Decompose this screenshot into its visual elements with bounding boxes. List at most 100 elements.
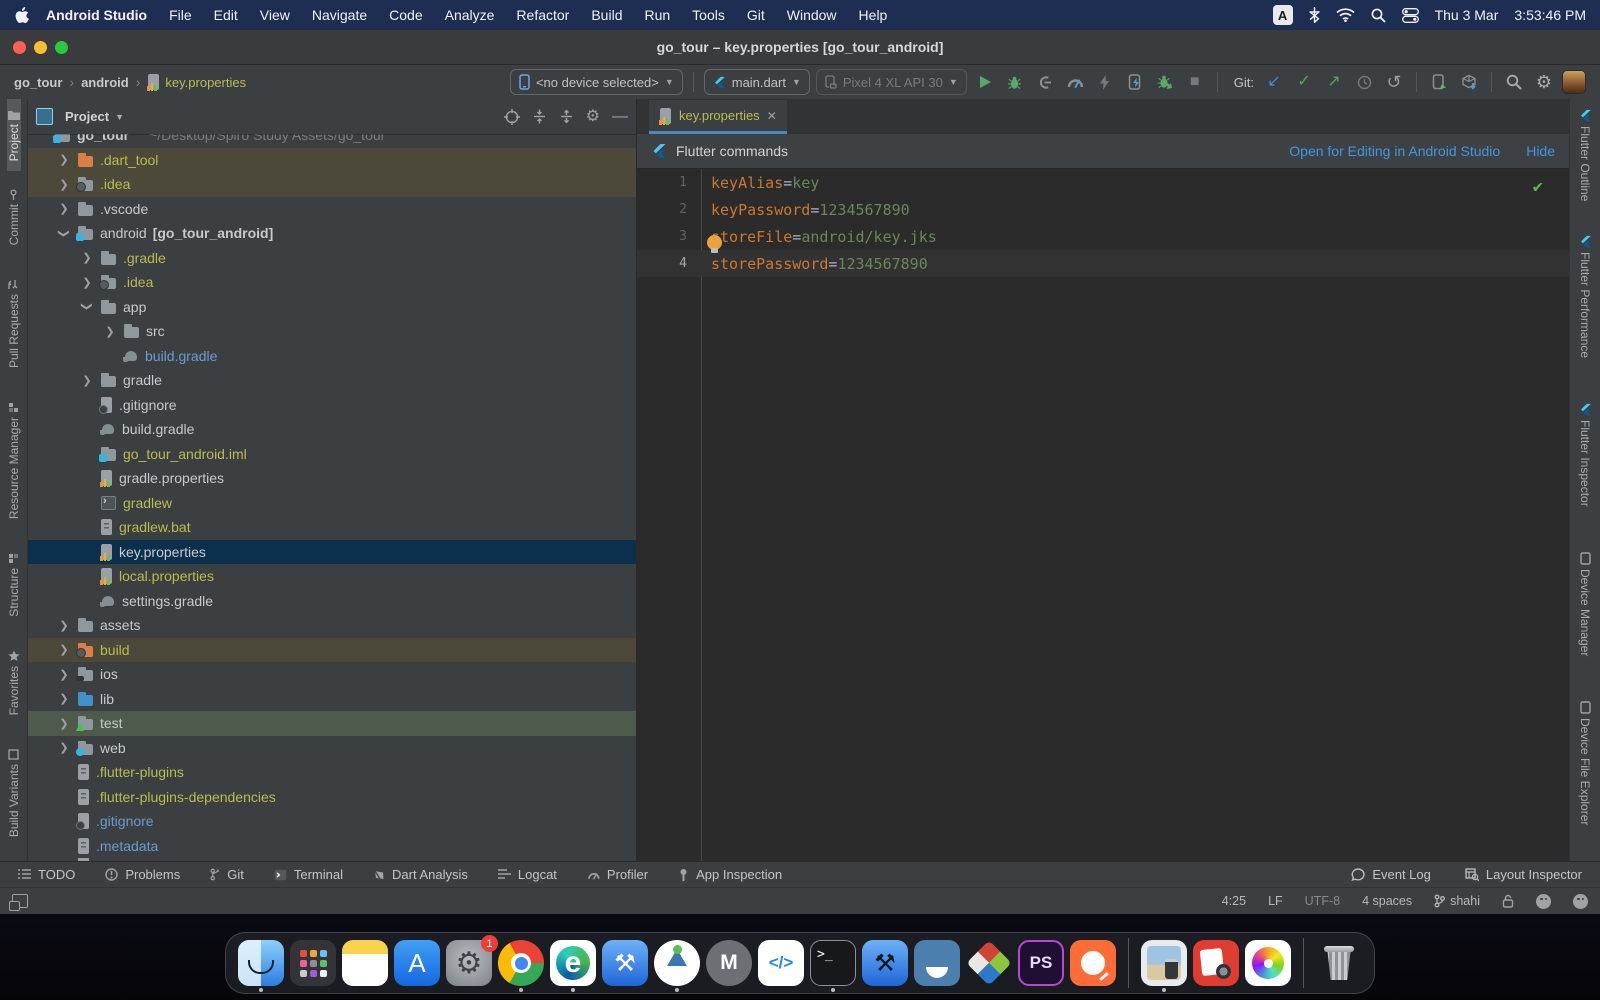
project-view-dropdown-caret[interactable]: ▼ <box>115 112 124 122</box>
breadcrumb-project[interactable]: go_tour <box>14 75 62 90</box>
tree-chevron-icon[interactable]: ❯ <box>57 717 71 730</box>
tree-chevron-icon[interactable]: ❯ <box>57 741 71 754</box>
tool-window-favorites[interactable]: Favorites <box>7 640 21 725</box>
dock-icon-xcode[interactable]: ⚒ <box>602 940 648 986</box>
tree-item-lib[interactable]: ❯lib <box>28 687 636 712</box>
tree-item-test[interactable]: ❯test <box>28 711 636 736</box>
tool-window-button-todo[interactable]: TODO <box>18 867 75 882</box>
dock-icon-launchpad[interactable] <box>290 940 336 986</box>
dock-icon-chrome[interactable] <box>498 940 544 986</box>
locate-file-button[interactable] <box>504 109 520 125</box>
dock-icon-cube-app[interactable] <box>966 940 1012 986</box>
notification-icon[interactable] <box>1536 894 1551 909</box>
collapse-all-button[interactable] <box>559 109 574 124</box>
dock-icon-system-preferences[interactable]: ⚙1 <box>446 940 492 986</box>
tool-window-button-git[interactable]: Git <box>210 867 244 882</box>
tool-window-pull-requests[interactable]: Pull Requests <box>7 269 21 378</box>
apply-code-changes-button[interactable] <box>1123 70 1147 94</box>
tree-item-build-gradle[interactable]: build.gradle <box>28 417 636 442</box>
tool-window-resource-manager[interactable]: Resource Manager <box>7 392 21 529</box>
menu-build[interactable]: Build <box>580 7 633 23</box>
tree-item-assets[interactable]: ❯assets <box>28 613 636 638</box>
close-window-button[interactable] <box>13 41 26 54</box>
dock-icon-photos[interactable] <box>1245 940 1291 986</box>
tree-item-gradle[interactable]: ❯gradle <box>28 368 636 393</box>
tree-chevron-icon[interactable]: ❯ <box>81 300 94 314</box>
user-avatar[interactable] <box>1562 70 1586 94</box>
attach-debugger-to-android-button[interactable] <box>1153 70 1177 94</box>
dock-icon-vscode[interactable]: </> <box>758 940 804 986</box>
device-selector-dropdown[interactable]: <no device selected>▼ <box>510 69 683 95</box>
indent-indicator[interactable]: 4 spaces <box>1362 894 1412 908</box>
dock-icon-notes[interactable] <box>342 940 388 986</box>
menu-bar-date[interactable]: Thu 3 Mar <box>1435 7 1499 23</box>
line-ending-indicator[interactable]: LF <box>1268 894 1283 908</box>
menu-edit[interactable]: Edit <box>203 7 249 23</box>
tree-chevron-icon[interactable]: ❯ <box>57 619 71 632</box>
tool-window-device-manager[interactable]: Device Manager <box>1578 542 1592 666</box>
tree-item-local-properties[interactable]: local.properties <box>28 564 636 589</box>
tool-window-button-dart-analysis[interactable]: Dart Analysis <box>373 867 468 882</box>
git-rollback-button[interactable]: ↺ <box>1382 70 1406 94</box>
tree-item-go-tour-android-iml[interactable]: go_tour_android.iml <box>28 442 636 467</box>
tree-item-src[interactable]: ❯src <box>28 319 636 344</box>
hide-banner-link[interactable]: Hide <box>1526 143 1555 159</box>
tree-item-app[interactable]: ❯app <box>28 295 636 320</box>
sdk-manager-button[interactable] <box>1457 70 1481 94</box>
control-center-icon[interactable] <box>1402 8 1419 23</box>
tool-window-commit[interactable]: Commit <box>7 179 21 255</box>
tool-window-flutter-inspector[interactable]: Flutter Inspector <box>1578 393 1592 517</box>
close-tab-icon[interactable]: ✕ <box>767 109 777 123</box>
target-device-dropdown[interactable]: Pixel 4 XL API 30▼ <box>816 69 967 95</box>
dock-icon-android-studio[interactable] <box>654 940 700 986</box>
tree-item-idea[interactable]: ❯.idea <box>28 270 636 295</box>
menu-view[interactable]: View <box>249 7 301 23</box>
menu-help[interactable]: Help <box>848 7 899 23</box>
readonly-lock-icon[interactable] <box>1502 894 1514 908</box>
menu-code[interactable]: Code <box>378 7 433 23</box>
tree-item-ios[interactable]: ❯ios <box>28 662 636 687</box>
tool-window-button-event-log[interactable]: Event Log <box>1351 867 1431 882</box>
dock-icon-photoshop[interactable]: PS <box>1018 940 1064 986</box>
tree-chevron-icon[interactable]: ❯ <box>80 374 94 387</box>
tool-window-button-logcat[interactable]: Logcat <box>498 867 557 882</box>
bluetooth-icon[interactable] <box>1309 7 1320 23</box>
dock-icon-xcode-beta[interactable]: ⚒ <box>862 940 908 986</box>
search-everywhere-button[interactable] <box>1502 70 1526 94</box>
tree-item-gitignore[interactable]: .gitignore <box>28 809 636 834</box>
tool-window-button-layout-inspector[interactable]: Layout Inspector <box>1465 867 1582 882</box>
tree-item-gradle-properties[interactable]: gradle.properties <box>28 466 636 491</box>
tool-window-toggle-icon[interactable] <box>12 894 28 908</box>
encoding-indicator[interactable]: UTF-8 <box>1305 894 1340 908</box>
tree-item-key-properties[interactable]: key.properties <box>28 540 636 565</box>
dock-icon-preview-app[interactable] <box>1141 940 1187 986</box>
code-line-3[interactable]: 3storeFile=android/key.jks <box>637 223 1569 250</box>
tree-item-gradle[interactable]: ❯.gradle <box>28 246 636 271</box>
minimize-window-button[interactable] <box>34 41 47 54</box>
git-update-button[interactable]: ↙ <box>1262 70 1286 94</box>
tree-item-idea[interactable]: ❯.idea <box>28 172 636 197</box>
notification-icon[interactable] <box>1573 894 1588 909</box>
dock-icon-red-photo-app[interactable] <box>1193 940 1239 986</box>
tree-item-gitignore[interactable]: .gitignore <box>28 393 636 418</box>
dock-icon-terminal[interactable]: >_ <box>810 940 856 986</box>
tree-item-metadata[interactable]: .metadata <box>28 834 636 859</box>
tree-item-gradlew[interactable]: gradlew <box>28 491 636 516</box>
dock-icon-edge[interactable] <box>550 940 596 986</box>
code-line-1[interactable]: 1keyAlias=key <box>637 169 1569 196</box>
input-source-indicator[interactable]: A <box>1273 5 1293 25</box>
git-commit-button[interactable]: ✓ <box>1292 70 1316 94</box>
tree-item-dart-tool[interactable]: ❯.dart_tool <box>28 148 636 173</box>
tree-item-flutter-plugins-dependencies[interactable]: .flutter-plugins-dependencies <box>28 785 636 810</box>
tab-key-properties[interactable]: key.properties ✕ <box>649 100 787 134</box>
tree-chevron-icon[interactable]: ❯ <box>103 325 117 338</box>
apply-changes-button[interactable] <box>1093 70 1117 94</box>
tree-chevron-icon[interactable]: ❯ <box>57 178 71 191</box>
tree-item-android[interactable]: ❯android [go_tour_android] <box>28 221 636 246</box>
debug-button[interactable] <box>1003 70 1027 94</box>
git-history-button[interactable] <box>1352 70 1376 94</box>
hide-panel-button[interactable]: — <box>612 108 628 126</box>
device-manager-button[interactable] <box>1427 70 1451 94</box>
code-line-2[interactable]: 2keyPassword=1234567890 <box>637 196 1569 223</box>
tree-item-build-gradle[interactable]: build.gradle <box>28 344 636 369</box>
